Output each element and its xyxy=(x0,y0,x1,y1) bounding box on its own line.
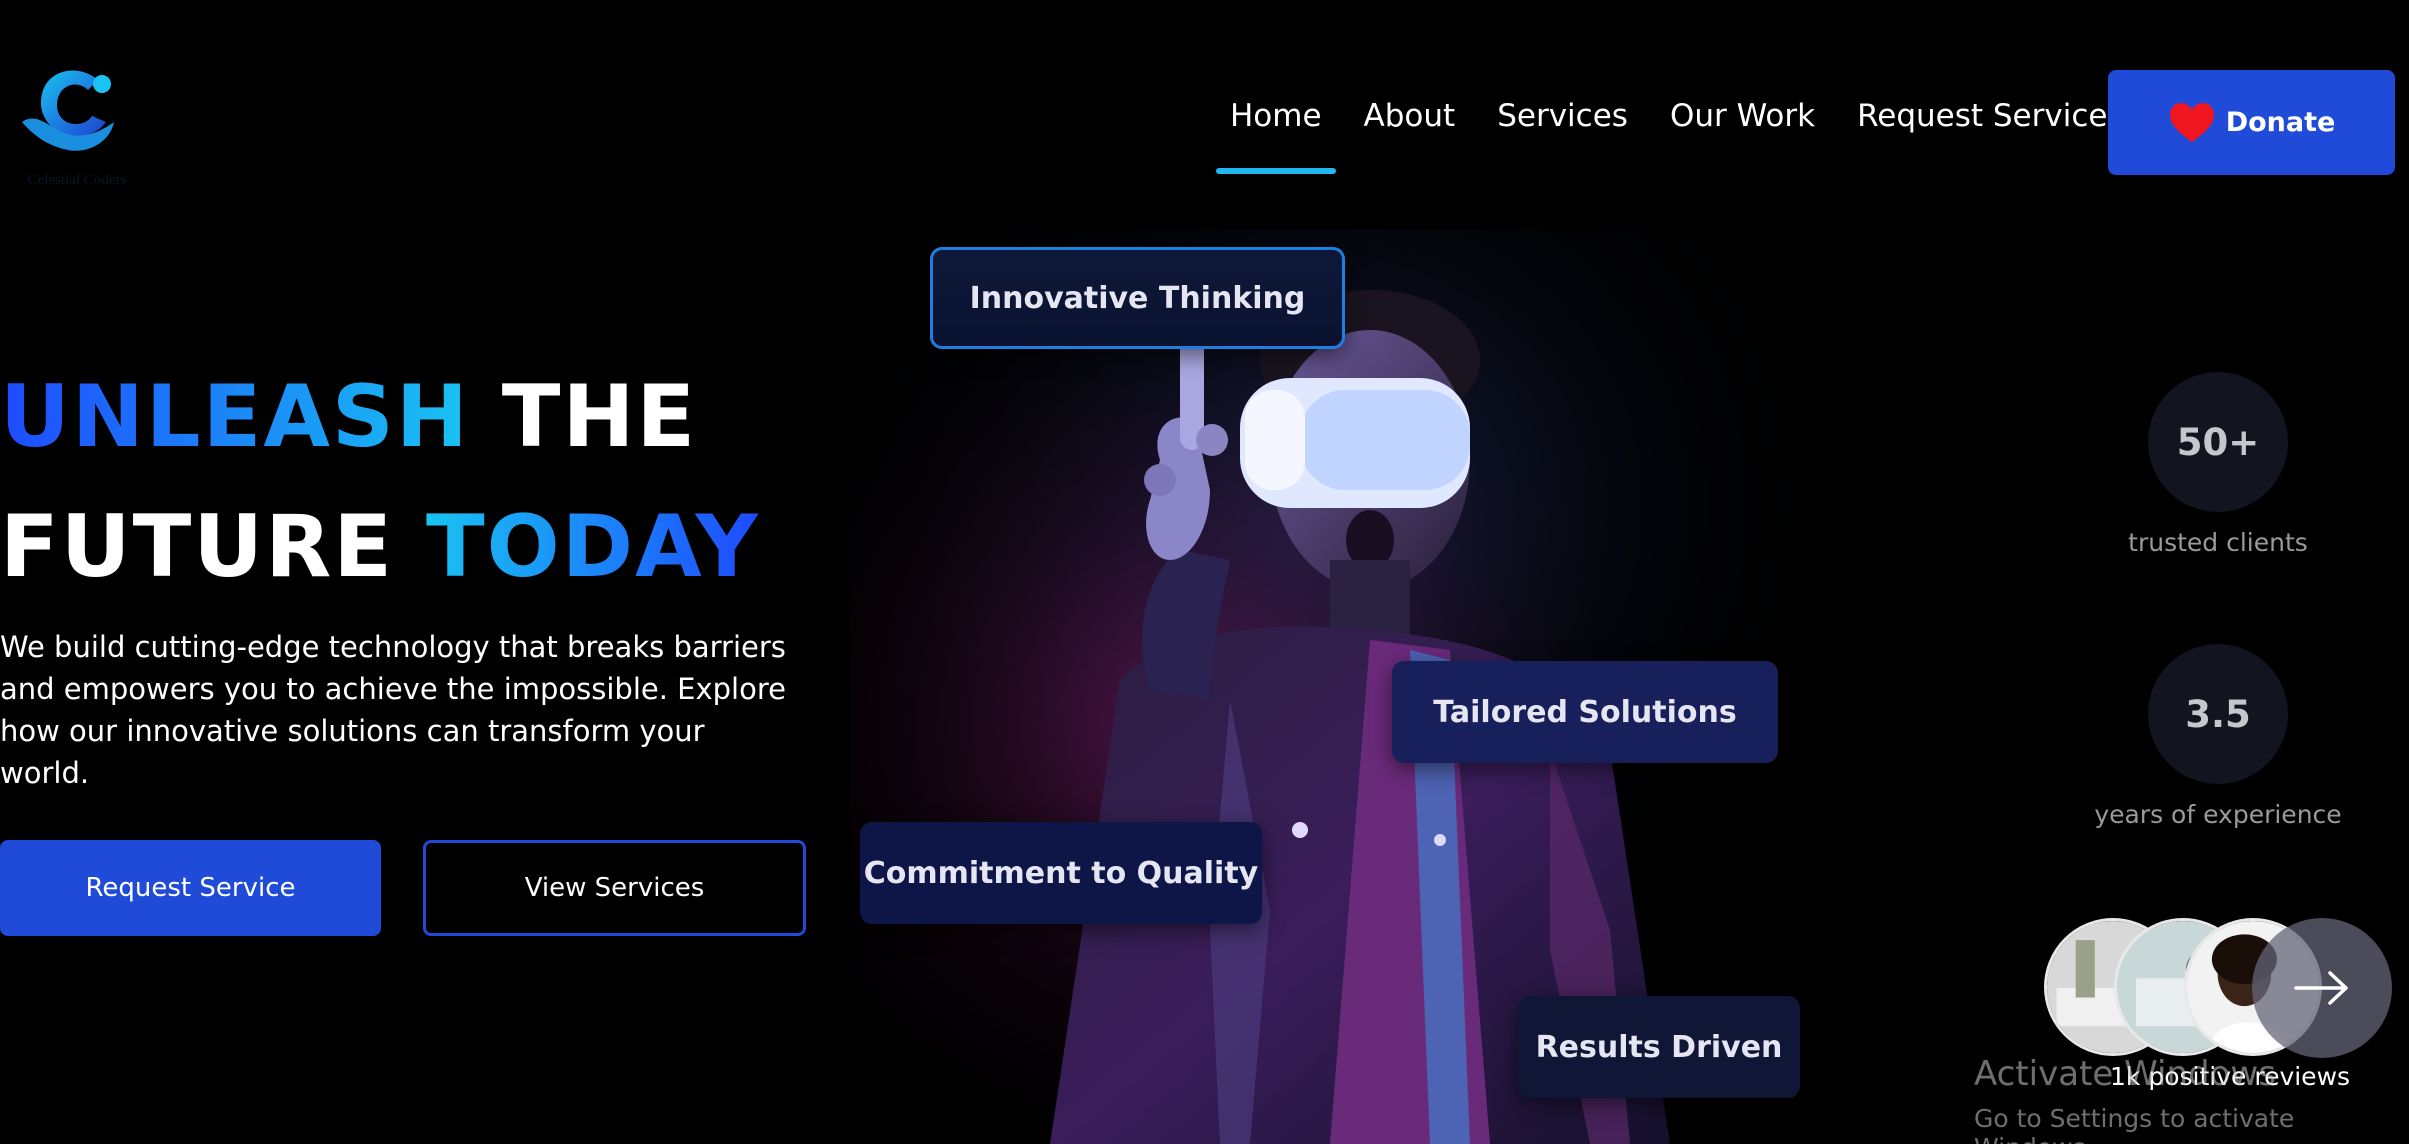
heart-icon xyxy=(2169,102,2214,142)
donate-label: Donate xyxy=(2225,107,2336,138)
headline-line-1: UNLEASH THE xyxy=(0,352,760,482)
nav-item-our-work[interactable]: Our Work xyxy=(1670,98,1815,134)
nav-item-request-services[interactable]: Request Services xyxy=(1857,98,2124,134)
main-nav: Home About Services Our Work Request Ser… xyxy=(1216,98,2124,174)
view-services-button[interactable]: View Services xyxy=(423,840,806,936)
activate-windows-title: Activate Windows xyxy=(1974,1054,2276,1094)
headline-word-unleash: UNLEASH xyxy=(0,367,470,467)
tag-commitment-to-quality: Commitment to Quality xyxy=(860,822,1262,924)
donate-button[interactable]: Donate xyxy=(2108,70,2395,175)
brand-logo[interactable]: Celestial Coders xyxy=(12,60,142,190)
logo-text: Celestial Coders xyxy=(27,172,127,188)
tag-results-driven: Results Driven xyxy=(1518,996,1800,1098)
tag-innovative-thinking: Innovative Thinking xyxy=(930,247,1345,349)
headline-line-2: FUTURE TODAY xyxy=(0,482,760,612)
tag-tailored-solutions: Tailored Solutions xyxy=(1392,661,1778,763)
nav-item-services[interactable]: Services xyxy=(1497,98,1628,134)
reviews-next-button[interactable] xyxy=(2252,918,2392,1058)
arrow-right-icon xyxy=(2294,971,2348,1005)
headline-word-the: THE xyxy=(501,367,698,467)
stat-experience-label: years of experience xyxy=(2094,800,2342,829)
headline-word-today: TODAY xyxy=(426,497,760,597)
headline-word-future: FUTURE xyxy=(0,497,395,597)
stat-experience-value: 3.5 xyxy=(2148,644,2288,784)
stat-clients-label: trusted clients xyxy=(2128,528,2308,557)
hero-headline: UNLEASH THE FUTURE TODAY xyxy=(0,352,760,612)
logo-mark-icon xyxy=(22,70,114,151)
stat-clients-value: 50+ xyxy=(2148,372,2288,512)
nav-item-home[interactable]: Home xyxy=(1216,98,1336,174)
activate-windows-subtitle: Go to Settings to activate Windows. xyxy=(1974,1104,2295,1144)
nav-item-about[interactable]: About xyxy=(1364,98,1456,134)
hero-intro: We build cutting-edge technology that br… xyxy=(0,630,786,790)
request-service-button[interactable]: Request Service xyxy=(0,840,381,936)
